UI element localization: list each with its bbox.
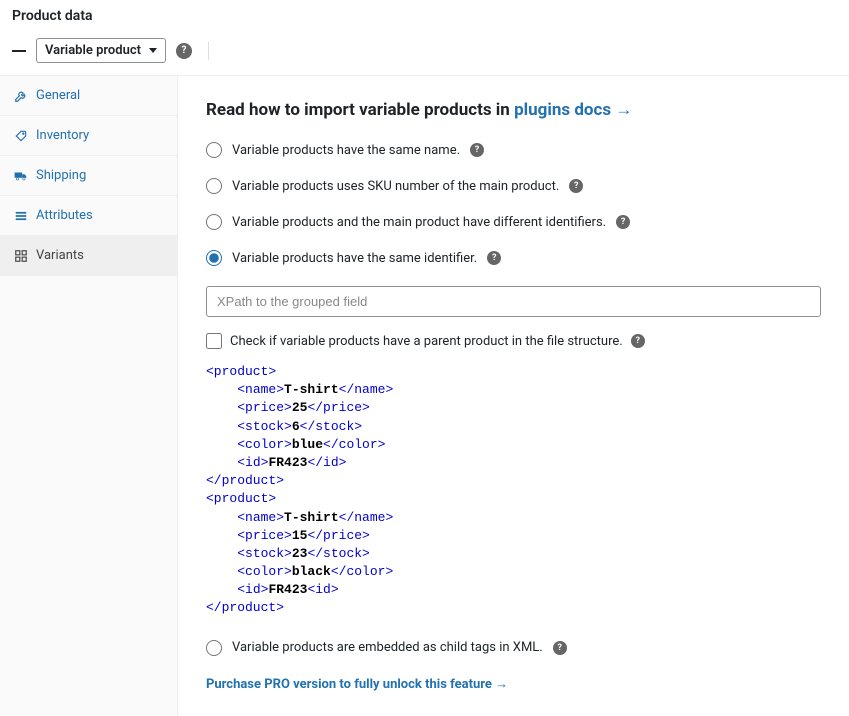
radio-embedded-child-tags[interactable] bbox=[206, 640, 222, 656]
radio-label[interactable]: Variable products uses SKU number of the… bbox=[232, 179, 559, 194]
collapse-icon[interactable] bbox=[12, 50, 26, 52]
tab-label: Shipping bbox=[36, 168, 86, 183]
radio-sku-main[interactable] bbox=[206, 178, 222, 194]
tab-attributes[interactable]: Attributes bbox=[0, 196, 177, 236]
divider bbox=[208, 42, 209, 60]
plugins-docs-link[interactable]: plugins docs → bbox=[514, 100, 632, 120]
product-type-select[interactable]: Variable product bbox=[36, 38, 166, 63]
radio-label[interactable]: Variable products have the same name. bbox=[232, 143, 460, 158]
list-icon bbox=[14, 209, 28, 223]
product-type-value: Variable product bbox=[45, 43, 141, 58]
truck-icon bbox=[14, 169, 28, 183]
radio-different-ids[interactable] bbox=[206, 214, 222, 230]
sidebar: General Inventory Shipping Attributes Va… bbox=[0, 76, 178, 716]
help-icon[interactable]: ? bbox=[553, 641, 567, 655]
parent-structure-checkbox[interactable] bbox=[206, 333, 222, 349]
tab-label: Attributes bbox=[36, 208, 93, 223]
help-icon[interactable]: ? bbox=[569, 179, 583, 193]
xml-example: <product> <name>T-shirt</name> <price>25… bbox=[206, 363, 821, 618]
panel-header: Variable product ? bbox=[0, 30, 849, 75]
tag-icon bbox=[14, 129, 28, 143]
radio-same-name[interactable] bbox=[206, 142, 222, 158]
tab-shipping[interactable]: Shipping bbox=[0, 156, 177, 196]
tab-inventory[interactable]: Inventory bbox=[0, 116, 177, 156]
help-icon[interactable]: ? bbox=[631, 334, 645, 348]
radio-label[interactable]: Variable products are embedded as child … bbox=[232, 640, 543, 655]
help-icon[interactable]: ? bbox=[616, 215, 630, 229]
help-icon[interactable]: ? bbox=[487, 251, 501, 265]
tab-general[interactable]: General bbox=[0, 76, 177, 116]
radio-label[interactable]: Variable products have the same identifi… bbox=[232, 251, 477, 266]
content-panel: Read how to import variable products in … bbox=[178, 76, 849, 716]
xpath-input[interactable] bbox=[206, 286, 821, 317]
pro-version-link[interactable]: Purchase PRO version to fully unlock thi… bbox=[206, 677, 508, 692]
tab-label: General bbox=[36, 88, 80, 103]
tab-label: Variants bbox=[36, 248, 84, 263]
grid-icon bbox=[14, 249, 28, 263]
chevron-down-icon bbox=[149, 48, 157, 53]
help-icon[interactable]: ? bbox=[176, 43, 192, 59]
radio-label[interactable]: Variable products and the main product h… bbox=[232, 215, 606, 230]
tab-label: Inventory bbox=[36, 128, 89, 143]
radio-same-identifier[interactable] bbox=[206, 250, 222, 266]
panel-title: Product data bbox=[0, 0, 849, 24]
content-heading: Read how to import variable products in … bbox=[206, 100, 821, 120]
checkbox-label[interactable]: Check if variable products have a parent… bbox=[230, 334, 623, 349]
wrench-icon bbox=[14, 89, 28, 103]
help-icon[interactable]: ? bbox=[470, 143, 484, 157]
tab-variants[interactable]: Variants bbox=[0, 236, 177, 276]
